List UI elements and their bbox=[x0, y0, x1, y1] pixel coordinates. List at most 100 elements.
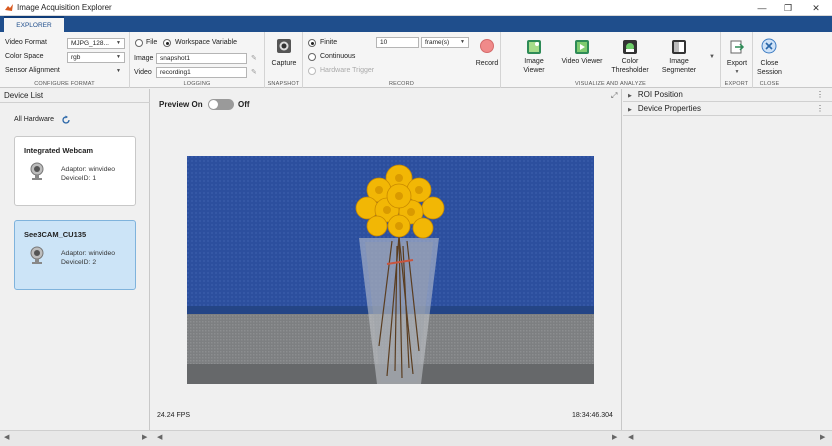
scroll-right-icon[interactable]: ▶ bbox=[820, 433, 825, 441]
gallery-expand-icon[interactable]: ▼ bbox=[709, 54, 715, 60]
device-name: Integrated Webcam bbox=[24, 146, 94, 155]
close-section-label: CLOSE bbox=[759, 81, 780, 87]
video-viewer-label: Video Viewer bbox=[561, 58, 603, 65]
device-info: Adaptor: winvideo DeviceID: 1 bbox=[61, 165, 115, 183]
hardware-trigger-radio[interactable] bbox=[308, 67, 316, 75]
hardware-trigger-label: Hardware Trigger bbox=[320, 67, 375, 74]
tab-explorer[interactable]: EXPLORER bbox=[4, 16, 64, 32]
capture-label: Capture bbox=[271, 60, 297, 67]
ribbon-tab-strip: EXPLORER bbox=[0, 16, 832, 32]
edit-icon[interactable]: ✎ bbox=[251, 68, 257, 76]
sensor-alignment-dropdown[interactable]: ▼ bbox=[67, 66, 125, 77]
export-section: Export ▼ EXPORT bbox=[721, 32, 753, 88]
device-properties-section[interactable]: ▶ Device Properties ⋮ bbox=[623, 103, 832, 116]
configure-format-section: Video Format MJPG_128... ▼ Color Space r… bbox=[0, 32, 130, 88]
properties-panel: ▶ ROI Position ⋮ ▶ Device Properties ⋮ bbox=[623, 89, 832, 430]
edit-icon[interactable]: ✎ bbox=[251, 54, 257, 62]
all-hardware-label: All Hardware bbox=[14, 116, 55, 123]
scroll-left-icon[interactable]: ◀ bbox=[157, 433, 162, 441]
close-session-label-2: Session bbox=[757, 69, 782, 76]
chevron-down-icon: ▼ bbox=[116, 68, 121, 74]
kebab-menu-icon[interactable]: ⋮ bbox=[816, 89, 824, 101]
record-label: Record bbox=[475, 60, 499, 67]
preview-on-label: Preview On bbox=[159, 100, 203, 109]
device-adaptor: Adaptor: winvideo bbox=[61, 250, 116, 257]
image-name-label: Image bbox=[134, 55, 154, 62]
record-section-label: RECORD bbox=[388, 81, 415, 87]
image-viewer-label-1: Image bbox=[524, 58, 544, 65]
video-format-dropdown[interactable]: MJPG_128... ▼ bbox=[67, 38, 125, 49]
scroll-right-icon[interactable]: ▶ bbox=[142, 433, 147, 441]
file-radio[interactable] bbox=[135, 39, 143, 47]
workspace-variable-radio[interactable] bbox=[163, 39, 171, 47]
frame-unit-value: frame(s) bbox=[425, 39, 450, 46]
export-section-label: EXPORT bbox=[724, 81, 749, 87]
snapshot-label: SNAPSHOT bbox=[267, 81, 300, 87]
chevron-right-icon: ▶ bbox=[628, 93, 632, 99]
logging-label: LOGGING bbox=[183, 81, 211, 87]
minimize-button[interactable]: — bbox=[752, 2, 772, 14]
image-segmenter-icon bbox=[672, 40, 686, 54]
visualize-analyze-section: Image Viewer Video Viewer Color Threshol… bbox=[501, 32, 721, 88]
sensor-alignment-label: Sensor Alignment bbox=[5, 67, 60, 74]
scroll-right-icon[interactable]: ▶ bbox=[612, 433, 617, 441]
image-name-field[interactable]: snapshot1 bbox=[156, 53, 247, 64]
preview-panel: ⤢ Preview On Off 24.24 FPS 18:34:46.304 bbox=[151, 89, 622, 430]
ribbon: Video Format MJPG_128... ▼ Color Space r… bbox=[0, 32, 832, 88]
finite-radio[interactable] bbox=[308, 39, 316, 47]
device-properties-label: Device Properties bbox=[637, 104, 701, 113]
color-thresholder-label-1: Color bbox=[621, 58, 639, 65]
video-name-label: Video bbox=[134, 69, 152, 76]
color-space-value: rgb bbox=[71, 54, 81, 61]
color-space-dropdown[interactable]: rgb ▼ bbox=[67, 52, 125, 63]
video-viewer-icon bbox=[575, 40, 589, 54]
kebab-menu-icon[interactable]: ⋮ bbox=[816, 103, 824, 115]
roi-position-label: ROI Position bbox=[637, 90, 683, 99]
matlab-logo-icon bbox=[5, 4, 13, 11]
refresh-icon[interactable] bbox=[61, 115, 71, 125]
visualize-analyze-label: VISUALIZE AND ANALYZE bbox=[574, 81, 647, 87]
horizontal-scrollbar[interactable]: ◀ ▶ ◀ ▶ ◀ ▶ bbox=[0, 430, 832, 446]
continuous-label: Continuous bbox=[320, 53, 356, 60]
image-viewer-label-2: Viewer bbox=[523, 67, 545, 74]
title-bar: Image Acquisition Explorer — ❐ ✕ bbox=[0, 0, 832, 16]
device-name: See3CAM_CU135 bbox=[24, 230, 87, 239]
preview-toggle[interactable] bbox=[208, 99, 234, 110]
video-format-label: Video Format bbox=[5, 39, 47, 46]
image-segmenter-label-2: Segmenter bbox=[661, 67, 697, 74]
device-list-panel: Device List All Hardware Integrated Webc… bbox=[0, 89, 150, 430]
timestamp-readout: 18:34:46.304 bbox=[572, 412, 613, 419]
device-info: Adaptor: winvideo DeviceID: 2 bbox=[61, 249, 115, 267]
scroll-left-icon[interactable]: ◀ bbox=[4, 433, 9, 441]
flower-vase-photo bbox=[187, 156, 594, 384]
chevron-down-icon: ▼ bbox=[734, 69, 740, 75]
close-window-button[interactable]: ✕ bbox=[806, 2, 826, 14]
frame-unit-dropdown[interactable]: frame(s) ▼ bbox=[421, 37, 469, 48]
webcam-icon bbox=[30, 246, 44, 264]
continuous-radio[interactable] bbox=[308, 53, 316, 61]
frame-count-field[interactable]: 10 bbox=[376, 37, 419, 48]
export-label: Export bbox=[726, 60, 748, 67]
camera-icon bbox=[277, 39, 291, 53]
webcam-icon bbox=[30, 162, 44, 180]
chevron-right-icon: ▶ bbox=[628, 107, 632, 113]
close-session-label-1: Close bbox=[760, 60, 779, 67]
close-section: Close Session CLOSE bbox=[753, 32, 786, 88]
preview-off-label: Off bbox=[238, 100, 250, 109]
video-format-value: MJPG_128... bbox=[71, 40, 109, 47]
video-name-field[interactable]: recording1 bbox=[156, 67, 247, 78]
snapshot-section: Capture SNAPSHOT bbox=[265, 32, 303, 88]
scroll-left-icon[interactable]: ◀ bbox=[628, 433, 633, 441]
maximize-button[interactable]: ❐ bbox=[778, 2, 798, 14]
file-option-label: File bbox=[146, 39, 158, 46]
export-icon bbox=[730, 40, 745, 54]
chevron-down-icon: ▼ bbox=[116, 54, 121, 60]
device-card-integrated-webcam[interactable]: Integrated Webcam Adaptor: winvideo Devi… bbox=[14, 136, 136, 206]
roi-position-section[interactable]: ▶ ROI Position ⋮ bbox=[623, 89, 832, 102]
chevron-down-icon: ▼ bbox=[116, 40, 121, 46]
logging-section: File Workspace Variable Image snapshot1 … bbox=[130, 32, 265, 88]
device-card-see3cam[interactable]: See3CAM_CU135 Adaptor: winvideo DeviceID… bbox=[14, 220, 136, 290]
expand-icon[interactable]: ⤢ bbox=[611, 91, 617, 101]
color-thresholder-icon bbox=[623, 40, 637, 54]
device-id: DeviceID: 1 bbox=[61, 175, 97, 182]
